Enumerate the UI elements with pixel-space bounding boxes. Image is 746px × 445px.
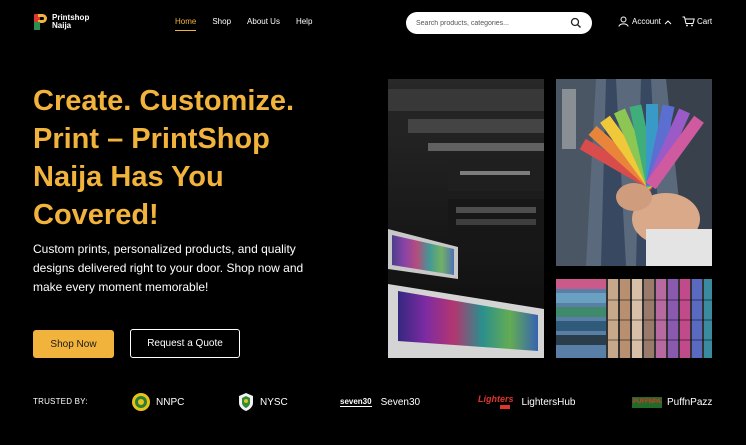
site-logo[interactable]: Printshop Naija	[34, 14, 89, 30]
main-nav: Home Shop About Us Help	[175, 17, 328, 31]
brand-name: Seven30	[380, 396, 421, 408]
nav-about-us[interactable]: About Us	[247, 17, 280, 31]
brand-nnpc: NNPC	[131, 392, 184, 412]
hero-title-line: Print – PrintShop	[33, 123, 270, 155]
color-swatch-photo	[556, 79, 712, 266]
brand-name: PuffnPazz	[667, 396, 713, 408]
request-quote-button[interactable]: Request a Quote	[130, 329, 240, 358]
account-menu[interactable]: Account	[618, 16, 672, 27]
seven30-logo-icon: seven30	[340, 397, 372, 407]
logo-text: Printshop Naija	[52, 13, 90, 30]
user-icon	[618, 16, 629, 27]
cart-link[interactable]: Cart	[682, 16, 712, 27]
search-input[interactable]	[416, 12, 566, 35]
color-chart-photo	[556, 279, 712, 358]
cart-icon	[682, 16, 695, 27]
printer-photo	[388, 79, 544, 358]
printshop-logo-icon	[34, 14, 48, 30]
nysc-logo-icon	[239, 393, 253, 411]
brand-seven30: seven30 Seven30	[340, 392, 420, 412]
nav-home[interactable]: Home	[175, 17, 197, 31]
brand-name: NYSC	[260, 396, 288, 408]
hero-title-line: Covered!	[33, 199, 159, 231]
hero-title-line: Create. Customize.	[33, 85, 295, 117]
puffnpazz-logo-icon: PUFFNPAZZ	[632, 396, 662, 408]
cart-label: Cart	[697, 17, 713, 26]
brand-nysc: NYSC	[237, 392, 288, 412]
shop-now-button[interactable]: Shop Now	[33, 330, 114, 358]
site-header: Printshop Naija Home Shop About Us Help …	[0, 0, 746, 46]
hero-title-line: Naija Has You	[33, 161, 224, 193]
account-label: Account	[632, 17, 661, 26]
nnpc-logo-icon	[132, 393, 150, 411]
search-icon[interactable]	[570, 17, 582, 29]
trusted-by-label: TRUSTED BY:	[33, 397, 88, 406]
lightershub-logo-icon: Lighters	[478, 395, 514, 409]
search-bar	[406, 12, 592, 35]
hero-title: Create. Customize. Print – PrintShop Nai…	[33, 82, 363, 234]
hero-subtitle: Custom prints, personalized products, an…	[33, 242, 304, 294]
brand-puffnpazz: PUFFNPAZZ PuffnPazz	[632, 392, 712, 412]
chevron-up-icon	[664, 19, 672, 24]
nav-help[interactable]: Help	[296, 17, 312, 31]
brand-name: NNPC	[156, 396, 185, 408]
brand-name: LightersHub	[521, 396, 576, 408]
brand-lightershub: Lighters LightersHub	[478, 392, 575, 412]
nav-shop[interactable]: Shop	[212, 17, 231, 31]
